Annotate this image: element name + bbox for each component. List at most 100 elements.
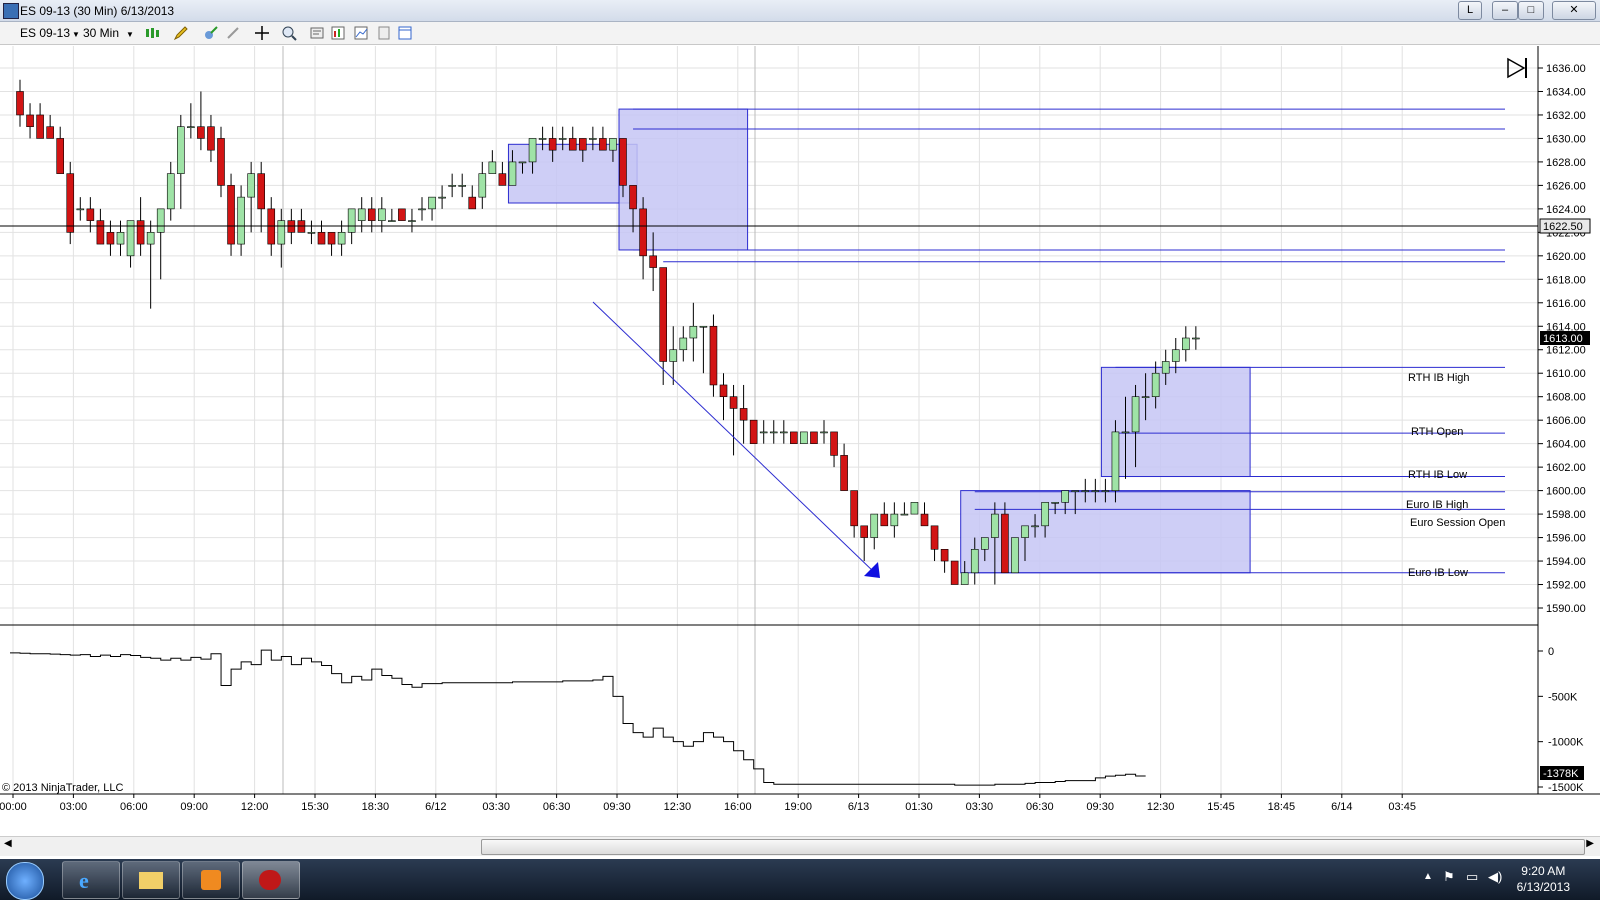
- chevron-down-icon[interactable]: ▼: [72, 30, 80, 39]
- candle: [1011, 537, 1019, 574]
- link-button[interactable]: L: [1458, 1, 1482, 20]
- candle: [940, 549, 949, 573]
- candle-body: [408, 220, 416, 222]
- show-hidden-icons-icon[interactable]: ▲: [1423, 871, 1433, 882]
- candle-body: [357, 208, 366, 221]
- price-tick-label: 1620.00: [1546, 251, 1586, 263]
- candle-body: [367, 208, 376, 221]
- candle: [689, 302, 698, 362]
- price-tick-label: 1632.00: [1546, 110, 1586, 122]
- file-explorer-icon[interactable]: [122, 861, 180, 899]
- candle-body: [900, 513, 909, 516]
- candle: [478, 161, 487, 209]
- pencil-icon[interactable]: [173, 25, 189, 41]
- scroll-right-icon[interactable]: ▶: [1586, 838, 1594, 849]
- start-button[interactable]: [6, 862, 44, 900]
- time-tick-label: 09:30: [603, 801, 631, 813]
- candle-body: [1081, 490, 1090, 492]
- candle-body: [86, 208, 95, 221]
- price-tick-label: 1612.00: [1546, 345, 1586, 357]
- candle: [769, 420, 778, 444]
- close-icon[interactable]: ✕: [1552, 1, 1596, 20]
- candle-body: [991, 513, 999, 538]
- zoom-icon[interactable]: [281, 25, 297, 41]
- indicators-icon[interactable]: [330, 25, 346, 41]
- price-zone[interactable]: [618, 108, 749, 251]
- price-tick-label: 1624.00: [1546, 204, 1586, 216]
- candle: [36, 103, 44, 139]
- time-tick-label: 12:30: [1147, 801, 1175, 813]
- media-player-icon[interactable]: [182, 861, 240, 899]
- app-icon: [3, 3, 19, 19]
- candle-body: [639, 208, 647, 257]
- window-title: ES 09-13 (30 Min) 6/13/2013: [20, 4, 175, 18]
- candle: [860, 525, 869, 562]
- candle-body: [26, 114, 34, 127]
- system-clock[interactable]: 9:20 AM 6/13/2013: [1517, 863, 1570, 895]
- candle-body: [1101, 490, 1110, 492]
- data-box-icon[interactable]: [397, 25, 413, 41]
- candle-body: [187, 126, 195, 128]
- internet-explorer-icon[interactable]: e: [62, 861, 120, 899]
- candle: [679, 326, 688, 362]
- candle-body: [649, 255, 657, 268]
- price-zone[interactable]: [1100, 366, 1251, 478]
- candle: [910, 502, 919, 515]
- candle: [207, 114, 215, 162]
- candle-body: [1001, 513, 1009, 574]
- candle-body: [377, 208, 386, 221]
- action-center-flag-icon[interactable]: ⚑: [1443, 869, 1455, 885]
- price-tick-label: 1602.00: [1546, 462, 1586, 474]
- price-zone[interactable]: [507, 143, 638, 204]
- properties-icon[interactable]: [309, 25, 325, 41]
- scroll-left-icon[interactable]: ◀: [4, 838, 12, 849]
- candle-body: [578, 138, 587, 151]
- time-tick-label: 03:00: [60, 801, 88, 813]
- instrument-selector[interactable]: ES 09-13: [20, 26, 70, 40]
- price-tick-label: 1610.00: [1546, 368, 1586, 380]
- indicator-tick-label: -1500K: [1548, 782, 1584, 794]
- candle-body: [458, 185, 467, 187]
- candle: [227, 173, 235, 256]
- network-icon[interactable]: ▭: [1466, 869, 1478, 885]
- price-chart[interactable]: 1636.00 1634.00 1632.00 1630.00 1628.00 1626.…: [0, 46, 1600, 861]
- candle-body: [940, 549, 949, 562]
- candle: [900, 502, 909, 516]
- interval-selector[interactable]: 30 Min: [83, 26, 119, 40]
- candle: [357, 197, 366, 233]
- candle-body: [478, 173, 487, 198]
- candle: [820, 420, 828, 444]
- crosshair-icon[interactable]: [254, 25, 270, 41]
- maximize-icon[interactable]: □: [1518, 1, 1544, 20]
- last-price-tag: 1613.00: [1540, 331, 1590, 345]
- candle-body: [1151, 372, 1160, 397]
- drawing-tool-icon[interactable]: [203, 25, 219, 41]
- erase-drawing-icon[interactable]: [225, 25, 241, 41]
- time-tick-label: 09:30: [1086, 801, 1114, 813]
- candle-body: [759, 431, 768, 434]
- candle: [890, 502, 899, 538]
- ninjatrader-icon[interactable]: [242, 861, 300, 899]
- candle-body: [116, 232, 125, 245]
- chevron-down-icon[interactable]: ▼: [126, 30, 134, 39]
- horizontal-scrollbar[interactable]: ◀ ▶: [0, 836, 1600, 856]
- time-tick-label: 03:30: [482, 801, 510, 813]
- candle: [458, 173, 467, 198]
- candle: [498, 161, 507, 186]
- strategies-icon[interactable]: [353, 25, 369, 41]
- scrollbar-thumb[interactable]: [481, 839, 1585, 855]
- volume-icon[interactable]: ◀): [1488, 869, 1502, 885]
- time-tick-label: 12:30: [664, 801, 692, 813]
- candle-body: [257, 173, 266, 210]
- time-tick-label: 09:00: [180, 801, 208, 813]
- candle: [177, 114, 185, 209]
- minimize-icon[interactable]: –: [1492, 1, 1518, 20]
- candle-body: [1021, 525, 1029, 538]
- candle-body: [76, 208, 85, 211]
- candle: [398, 208, 406, 221]
- bar-style-icon[interactable]: [144, 25, 160, 41]
- template-icon[interactable]: [376, 25, 392, 41]
- candle-body: [197, 126, 205, 139]
- time-tick-label: 18:45: [1268, 801, 1296, 813]
- candle-body: [609, 138, 617, 151]
